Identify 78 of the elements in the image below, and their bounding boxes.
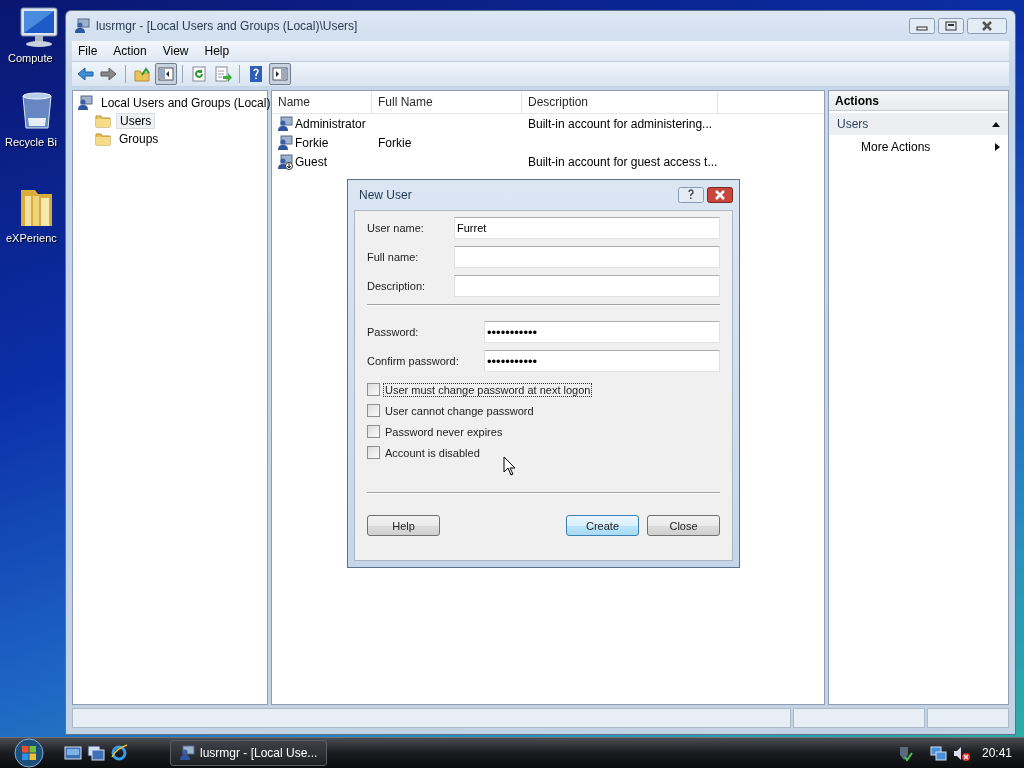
section-label: Users <box>837 117 869 131</box>
icon-label[interactable]: Recycle Bi <box>0 136 57 148</box>
menu-item[interactable]: Action <box>107 44 153 58</box>
folder-icon <box>95 131 111 147</box>
maximize-button[interactable] <box>938 18 964 34</box>
column-header[interactable]: Description <box>522 91 718 113</box>
refresh-icon <box>190 65 208 83</box>
folder-up-icon <box>133 65 151 83</box>
table-cell: Forkie <box>378 135 412 150</box>
export-button[interactable] <box>212 63 234 85</box>
field-label: Full name: <box>367 251 420 263</box>
table-cell: Built-in account for guest access t... <box>528 154 718 169</box>
window-title: lusrmgr - [Local Users and Groups (Local)\Users] <box>96 19 358 33</box>
users-icon <box>77 95 93 111</box>
network-icon[interactable] <box>929 744 947 762</box>
submenu-caret-icon <box>995 143 1000 151</box>
checkbox-label[interactable]: User cannot change password <box>383 403 536 418</box>
menu-item[interactable]: View <box>156 44 195 58</box>
clock[interactable]: 20:41 <box>981 746 1012 760</box>
window-switch-icon[interactable] <box>87 744 105 762</box>
input-field[interactable] <box>454 275 720 297</box>
field-label: User name: <box>367 222 425 234</box>
checkbox-label[interactable]: Account is disabled <box>383 445 482 460</box>
export-icon <box>214 65 232 83</box>
forward-icon <box>100 65 118 83</box>
tree-pane-icon <box>157 65 175 83</box>
cursor-icon <box>503 456 516 476</box>
user-icon <box>277 134 293 151</box>
globe-icon[interactable] <box>110 744 128 762</box>
column-header[interactable]: Name <box>272 91 372 113</box>
dialog-title: New User <box>359 188 412 202</box>
tree-item[interactable]: Users <box>116 113 156 129</box>
taskbar-button[interactable]: lusrmgr - [Local Use... <box>170 740 327 766</box>
input-field[interactable]: ••••••••••• <box>484 321 720 343</box>
dialog-button[interactable]: Help <box>367 515 440 536</box>
users-icon <box>179 745 195 761</box>
tree-item[interactable]: Local Users and Groups (Local) <box>98 96 274 110</box>
field-label: Confirm password: <box>367 355 460 367</box>
icon-label[interactable]: Compute <box>0 52 53 64</box>
column-header[interactable]: Full Name <box>372 91 522 113</box>
user-name[interactable]: Guest <box>295 154 327 169</box>
table-cell: Built-in account for administering... <box>528 116 713 131</box>
input-field[interactable]: Furret <box>454 217 720 239</box>
help-button[interactable] <box>678 187 704 203</box>
dialog-button[interactable]: Create <box>566 515 639 536</box>
tree-pane-button[interactable] <box>155 63 177 85</box>
back-icon <box>76 65 94 83</box>
start-button[interactable] <box>12 738 46 768</box>
action-pane-icon <box>271 65 289 83</box>
checkbox[interactable] <box>367 425 380 438</box>
checkbox[interactable] <box>367 404 380 417</box>
field-label: Password: <box>367 326 420 338</box>
menu-item[interactable]: File <box>72 44 104 58</box>
user-name[interactable]: Administrator <box>295 116 366 131</box>
tree-item[interactable]: Groups <box>116 132 162 146</box>
action-pane-button[interactable] <box>269 63 291 85</box>
close-button[interactable] <box>967 18 1007 34</box>
field-label: Description: <box>367 280 427 292</box>
menu-item[interactable]: Help <box>198 44 236 58</box>
user-icon <box>277 115 293 132</box>
show-desktop-icon[interactable] <box>64 744 82 762</box>
checkbox-label[interactable]: User must change password at next logon <box>383 382 593 397</box>
input-field[interactable] <box>454 246 720 268</box>
disabled-user-icon <box>277 153 293 170</box>
actions-header: Actions <box>829 91 1008 111</box>
icon-label[interactable]: eXPerienc <box>0 232 57 244</box>
actions-section[interactable]: Users <box>829 113 1008 135</box>
checkbox[interactable] <box>367 383 380 396</box>
action-item[interactable]: More Actions <box>829 135 1008 159</box>
users-icon <box>74 18 90 34</box>
checkbox-label[interactable]: Password never expires <box>383 424 505 439</box>
user-name[interactable]: Forkie <box>295 135 329 150</box>
input-field[interactable]: ••••••••••• <box>484 350 720 372</box>
close-button[interactable] <box>707 187 733 203</box>
checkbox[interactable] <box>367 446 380 459</box>
folder-icon <box>95 113 111 129</box>
help-icon <box>247 65 265 83</box>
dialog-button[interactable]: Close <box>647 515 720 536</box>
